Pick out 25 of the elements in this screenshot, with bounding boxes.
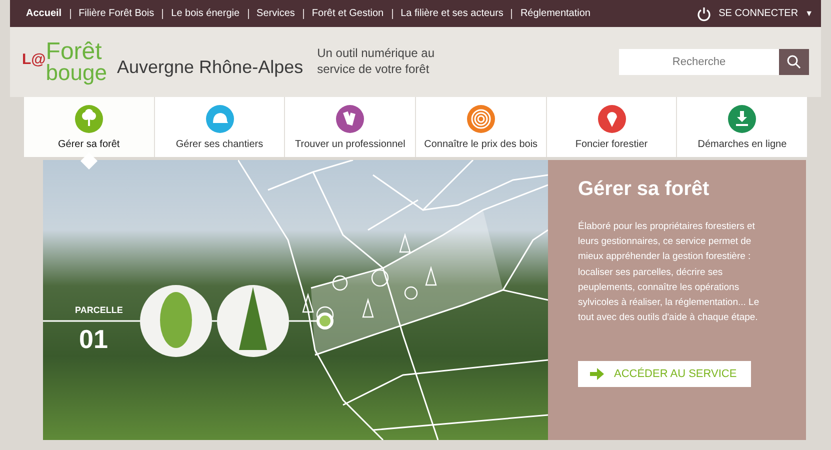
logo-text: bouge bbox=[46, 62, 107, 83]
logo-prefix: L@ bbox=[22, 50, 46, 68]
search-icon bbox=[786, 54, 802, 70]
panel-description: Élaboré pour les propriétaires forestiers et leurs gestionnaires, ce service permet de mieux appréhender la gestion forestière : localiser ses parcelles, décrire ses peuplements, connaître les opérations sylvicoles à réaliser, la réglementation... Le tout avec des outils d'aide à chaque étape. bbox=[578, 220, 760, 326]
nav-link[interactable]: La filière et ses acteurs bbox=[400, 8, 504, 19]
tagline: Un outil numérique au service de votre forêt bbox=[317, 46, 436, 78]
nav-link[interactable]: Accueil bbox=[26, 8, 62, 19]
panel-title: Gérer sa forêt bbox=[578, 178, 710, 201]
nav-link[interactable]: Le bois énergie bbox=[171, 8, 240, 19]
service-tab[interactable]: Gérer ses chantiers bbox=[154, 97, 286, 157]
logo-text: Forêt bbox=[46, 41, 102, 63]
parcel-number: 01 bbox=[79, 324, 108, 355]
power-icon bbox=[696, 6, 712, 22]
service-tab[interactable]: Foncier forestier bbox=[546, 97, 678, 157]
search-button[interactable] bbox=[779, 49, 809, 75]
region-name: Auvergne Rhône-Alpes bbox=[116, 56, 304, 78]
nav-link[interactable]: Forêt et Gestion bbox=[312, 8, 384, 19]
arrow-icon bbox=[590, 368, 604, 380]
parcel-label: PARCELLE bbox=[75, 305, 123, 315]
caret-icon[interactable]: ▼ bbox=[805, 9, 813, 18]
nav-link[interactable]: Services bbox=[256, 8, 295, 19]
nav-link[interactable]: Réglementation bbox=[520, 8, 590, 19]
login-link[interactable]: SE CONNECTER bbox=[718, 8, 798, 19]
search-field[interactable]: Recherche bbox=[619, 49, 779, 75]
nav-link[interactable]: Filière Forêt Bois bbox=[78, 8, 154, 19]
